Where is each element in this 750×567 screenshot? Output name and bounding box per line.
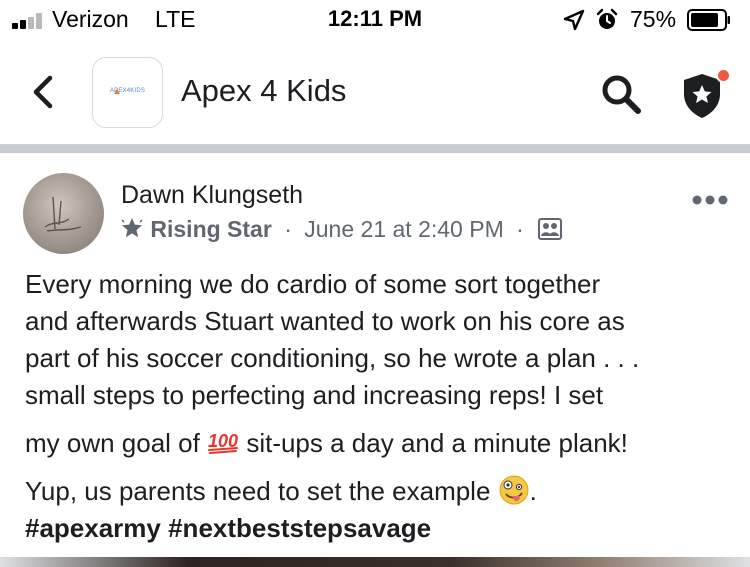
author-avatar[interactable] (23, 173, 104, 254)
post-body-text: sit-ups a day and a minute plank! (239, 428, 628, 458)
group-header: APEX4KIDS Apex 4 Kids (0, 40, 750, 145)
zany-face-icon (499, 475, 529, 505)
admin-shield-button[interactable] (678, 68, 731, 120)
post-body-line: small steps to perfecting and increasing… (25, 380, 604, 410)
meta-separator: · (284, 216, 292, 242)
post-card: Dawn Klungseth Rising Star · June 21 at … (0, 153, 750, 567)
post-body-line: Every morning we do cardio of some sort … (25, 269, 601, 299)
author-name[interactable]: Dawn Klungseth (121, 181, 303, 210)
group-members-icon (538, 218, 563, 240)
post-body: Every morning we do cardio of some sort … (25, 266, 740, 547)
battery-icon (687, 9, 730, 31)
back-chevron-icon[interactable] (28, 72, 62, 112)
rising-star-badge[interactable]: Rising Star (150, 216, 271, 242)
meta-separator: · (516, 216, 524, 242)
post-body-line: and afterwards Stuart wanted to work on … (25, 306, 625, 336)
group-title[interactable]: Apex 4 Kids (181, 73, 346, 109)
avatar-drawing-icon (44, 196, 82, 232)
notification-dot (716, 68, 731, 83)
search-icon[interactable] (600, 73, 642, 115)
post-body-text: . (529, 476, 537, 506)
post-body-line: my own goal of 100 sit-ups a day and a m… (25, 425, 740, 462)
post-hashtags[interactable]: #apexarmy #nextbeststepsavage (25, 510, 740, 547)
location-arrow-icon (563, 9, 585, 31)
hundred-points-icon: 100 (208, 431, 238, 454)
status-bar: Verizon LTE 12:11 PM 75% (0, 0, 750, 40)
post-meta: Rising Star · June 21 at 2:40 PM · (120, 216, 563, 246)
group-logo[interactable]: APEX4KIDS (92, 57, 163, 128)
group-logo-text: APEX4KIDS (109, 88, 146, 94)
feed-separator (0, 145, 750, 153)
more-horizontal-icon[interactable] (690, 193, 730, 207)
alarm-clock-icon (596, 8, 618, 29)
post-body-line: part of his soccer conditioning, so he w… (25, 343, 640, 373)
rising-star-badge-icon (121, 218, 143, 238)
post-body-text: Yup, us parents need to set the example (25, 476, 498, 506)
post-photo[interactable] (0, 557, 750, 567)
post-body-text: my own goal of (25, 428, 208, 458)
post-body-line: Yup, us parents need to set the example … (25, 473, 740, 510)
post-date[interactable]: June 21 at 2:40 PM (304, 216, 503, 242)
battery-percent: 75% (630, 6, 677, 32)
